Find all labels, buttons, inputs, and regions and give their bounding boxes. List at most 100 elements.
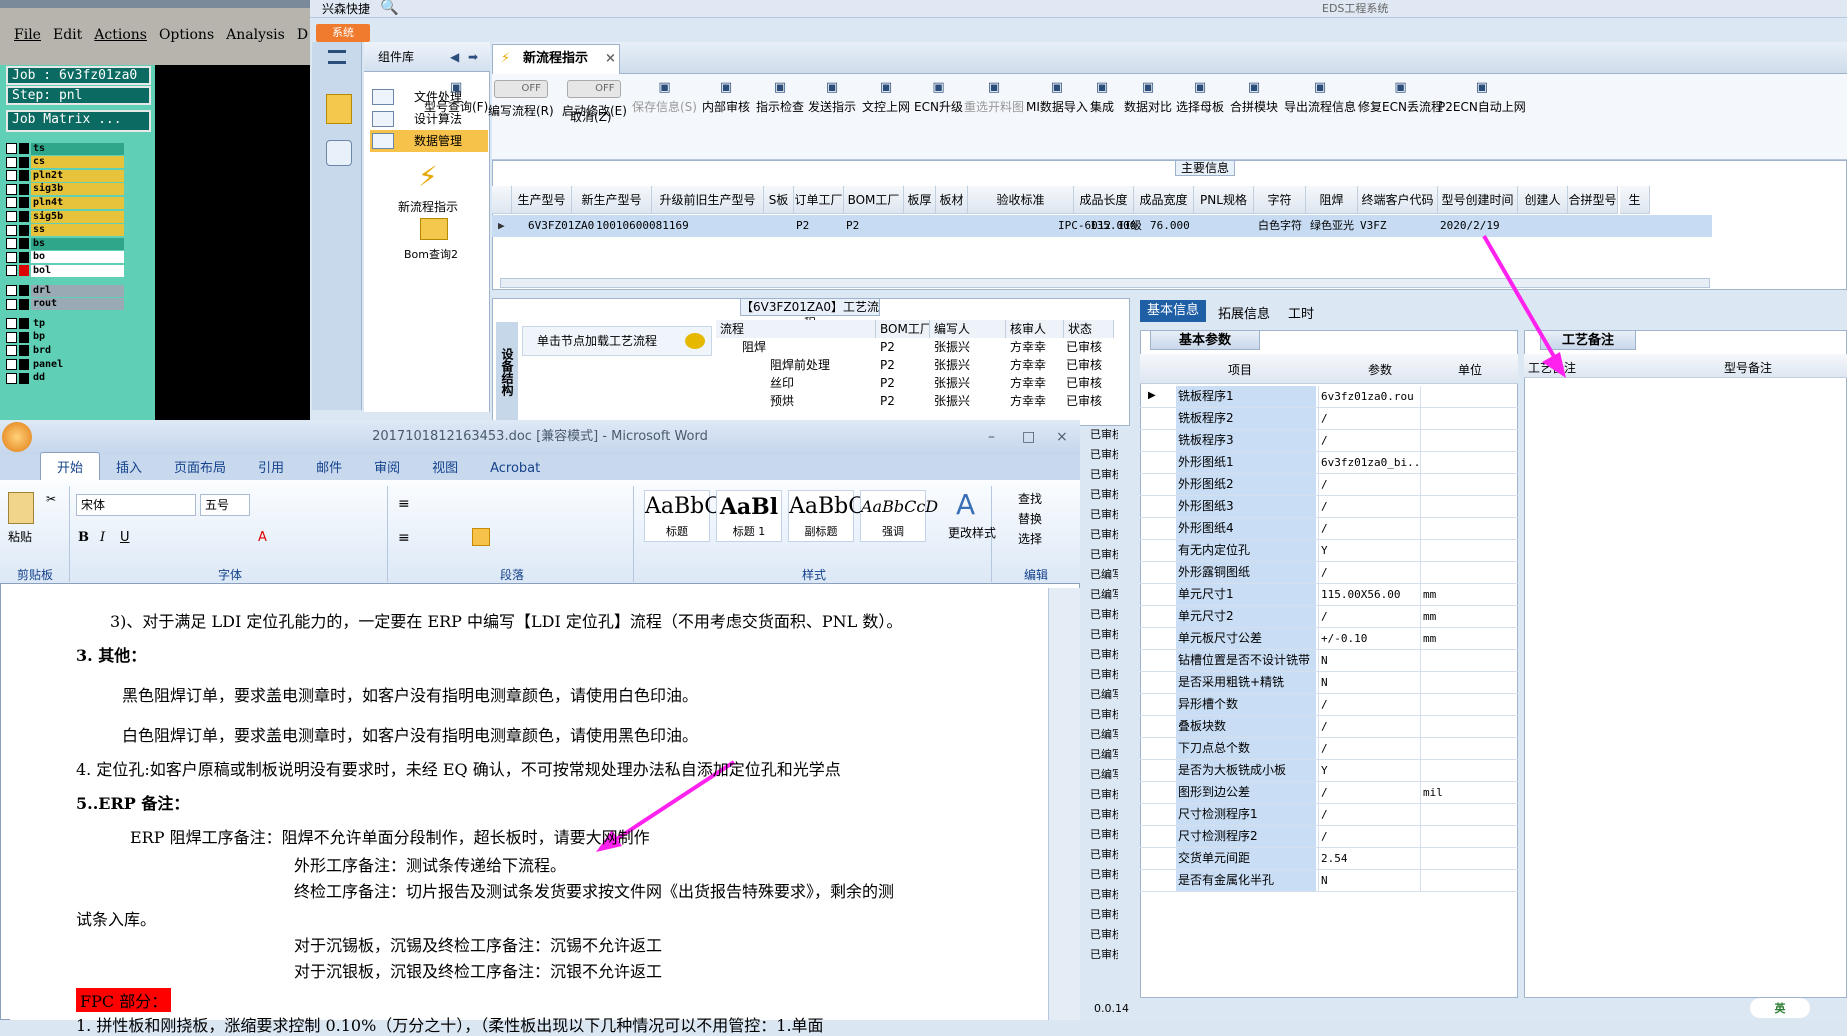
word-tab-6[interactable]: 视图 bbox=[416, 453, 474, 480]
word-tab-0[interactable]: 开始 bbox=[40, 452, 101, 480]
toolbar-image-button[interactable]: ▣ 重选开料图 bbox=[964, 80, 1024, 115]
layer-checkbox[interactable] bbox=[6, 156, 17, 168]
toolbar-check-button[interactable]: ▣ 指示检查 bbox=[756, 80, 804, 115]
param-row[interactable]: 单元板尺寸公差 +/-0.10 mm bbox=[1140, 628, 1518, 650]
layer-row[interactable]: bo bbox=[6, 251, 124, 264]
grid-col-header[interactable] bbox=[492, 186, 512, 214]
tab-work-hours[interactable]: 工时 bbox=[1288, 303, 1314, 322]
process-col-header[interactable]: 核审人 bbox=[1006, 320, 1064, 338]
word-tab-5[interactable]: 审阅 bbox=[358, 453, 416, 480]
paste-icon[interactable] bbox=[8, 492, 34, 524]
param-row[interactable]: ▶ 铣板程序1 6v3fz01za0.rou bbox=[1140, 386, 1518, 408]
grid-col-header[interactable]: 新生产型号 bbox=[572, 186, 652, 214]
toolbar-toggle-button[interactable]: OFF 编写流程(R) bbox=[488, 80, 554, 119]
param-value[interactable]: 2.54 bbox=[1318, 848, 1418, 869]
param-row[interactable]: 图形到边公差 / mil bbox=[1140, 782, 1518, 804]
grid-col-header[interactable]: 成品宽度 bbox=[1134, 186, 1194, 214]
font-size-select[interactable]: 五号 bbox=[200, 494, 250, 516]
menu-options[interactable]: Options bbox=[159, 27, 214, 43]
replace-button[interactable]: 替换 bbox=[1018, 510, 1042, 527]
horizontal-scrollbar[interactable] bbox=[500, 278, 1710, 288]
ime-indicator[interactable]: 英 bbox=[1750, 998, 1810, 1018]
grid-col-header[interactable]: 升级前旧生产型号 bbox=[652, 186, 764, 214]
tab-basic-info[interactable]: 基本信息 bbox=[1140, 300, 1206, 322]
toolbar-cloud-button[interactable]: ▣ 文控上网 bbox=[862, 80, 910, 115]
layer-checkbox[interactable] bbox=[6, 331, 17, 343]
toggle-off-switch[interactable]: OFF bbox=[567, 80, 622, 98]
layer-checkbox[interactable] bbox=[6, 285, 17, 296]
align-left-icon[interactable]: ≡ bbox=[398, 530, 410, 546]
tools-icon[interactable] bbox=[326, 140, 352, 166]
underline-button[interactable]: U bbox=[120, 530, 130, 545]
grid-col-header[interactable]: 订单工厂 bbox=[794, 186, 844, 214]
toolbar-download-button[interactable]: ▣ 集成 bbox=[1090, 80, 1114, 115]
layer-checkbox[interactable] bbox=[6, 170, 17, 182]
style-3[interactable]: AaBbC 副标题 bbox=[788, 490, 865, 542]
param-value[interactable]: N bbox=[1318, 650, 1418, 671]
layer-checkbox[interactable] bbox=[6, 224, 17, 236]
grid-col-header[interactable]: S板 bbox=[764, 186, 794, 214]
change-styles-icon[interactable]: A bbox=[956, 488, 975, 521]
param-value[interactable]: Y bbox=[1318, 760, 1418, 781]
layer-row[interactable]: ss bbox=[6, 224, 124, 237]
param-row[interactable]: 外形图纸2/ bbox=[1140, 474, 1518, 496]
menu-actions[interactable]: Actions bbox=[94, 27, 147, 43]
param-value[interactable]: / bbox=[1318, 694, 1418, 715]
toolbar-shuffle-button[interactable]: ▣ 选择母板 bbox=[1176, 80, 1224, 115]
param-value[interactable]: +/-0.10 bbox=[1318, 628, 1418, 649]
menu-d[interactable]: D bbox=[297, 27, 308, 43]
genesis-graphics-area[interactable] bbox=[155, 65, 310, 430]
toolbar-check-button[interactable]: ▣ 保存信息(S) bbox=[632, 80, 697, 115]
word-tab-7[interactable]: Acrobat bbox=[474, 457, 556, 480]
style-2[interactable]: AaBl 标题 1 bbox=[716, 490, 782, 542]
find-button[interactable]: 查找 bbox=[1018, 490, 1042, 507]
param-row[interactable]: 有无内定位孔 Y bbox=[1140, 540, 1518, 562]
param-value[interactable]: 115.00X56.00 bbox=[1318, 584, 1418, 605]
grid-col-header[interactable]: PNL规格 bbox=[1194, 186, 1254, 214]
word-tab-3[interactable]: 引用 bbox=[242, 453, 300, 480]
param-value[interactable]: / bbox=[1318, 430, 1418, 451]
grid-col-header[interactable]: 板厚 bbox=[904, 186, 936, 214]
font-name-select[interactable]: 宋体 bbox=[76, 494, 196, 516]
param-row[interactable]: 异形槽个数 / bbox=[1140, 694, 1518, 716]
layer-checkbox[interactable] bbox=[6, 197, 17, 209]
grid-col-header[interactable]: 型号创建时间 bbox=[1438, 186, 1518, 214]
param-value[interactable]: / bbox=[1318, 562, 1418, 583]
toolbar-ecn-button[interactable]: ▣ ECN升级 bbox=[914, 80, 963, 115]
param-value[interactable]: / bbox=[1318, 474, 1418, 495]
param-row[interactable]: 尺寸检测程序2/ bbox=[1140, 826, 1518, 848]
layer-row[interactable]: sig5b bbox=[6, 210, 124, 223]
param-row[interactable]: 叠板块数 / bbox=[1140, 716, 1518, 738]
bullets-icon[interactable]: ≡ bbox=[398, 496, 410, 512]
grid-col-header[interactable]: 阻焊 bbox=[1306, 186, 1358, 214]
word-tab-2[interactable]: 页面布局 bbox=[158, 453, 242, 480]
toolbar-wrench-button[interactable]: ▣ 修复ECN丢流程 bbox=[1358, 80, 1443, 115]
layer-checkbox[interactable] bbox=[6, 143, 17, 154]
layer-row[interactable]: brd bbox=[6, 344, 124, 357]
bold-button[interactable]: B bbox=[78, 530, 89, 545]
param-row[interactable]: 尺寸检测程序1/ bbox=[1140, 804, 1518, 826]
layer-row[interactable]: bp bbox=[6, 331, 124, 344]
minimize-icon[interactable]: – bbox=[988, 420, 995, 454]
maximize-icon[interactable]: □ bbox=[1022, 420, 1035, 454]
layer-row[interactable]: pln2t bbox=[6, 169, 124, 182]
lib-new-process[interactable]: 新流程指示 bbox=[398, 198, 458, 215]
layer-row[interactable]: bol bbox=[6, 264, 124, 277]
param-value[interactable]: / bbox=[1318, 408, 1418, 429]
param-value[interactable]: 6v3fz01za0.rou bbox=[1318, 386, 1418, 407]
layer-row[interactable]: dd bbox=[6, 372, 124, 385]
toolbar-upload-button[interactable]: ▣ 发送指示 bbox=[808, 80, 856, 115]
param-row[interactable]: 铣板程序3/ bbox=[1140, 430, 1518, 452]
layer-row[interactable]: rout bbox=[6, 298, 124, 311]
process-col-header[interactable]: 编写人 bbox=[930, 320, 1006, 338]
close-icon[interactable]: × bbox=[605, 45, 616, 73]
layer-row[interactable]: bs bbox=[6, 237, 124, 250]
toolbar-print-button[interactable]: ▣ 内部审核 bbox=[702, 80, 750, 115]
grid-col-header[interactable]: BOM工厂 bbox=[844, 186, 904, 214]
pin-icon[interactable]: ➡ bbox=[468, 42, 478, 72]
toggle-off-switch[interactable]: OFF bbox=[493, 80, 548, 98]
layer-row[interactable]: ts bbox=[6, 142, 124, 155]
param-value[interactable]: 6v3fz01za0_bi... bbox=[1318, 452, 1418, 473]
process-step-name[interactable]: 阻焊 bbox=[742, 338, 766, 356]
italic-button[interactable]: I bbox=[100, 530, 105, 545]
